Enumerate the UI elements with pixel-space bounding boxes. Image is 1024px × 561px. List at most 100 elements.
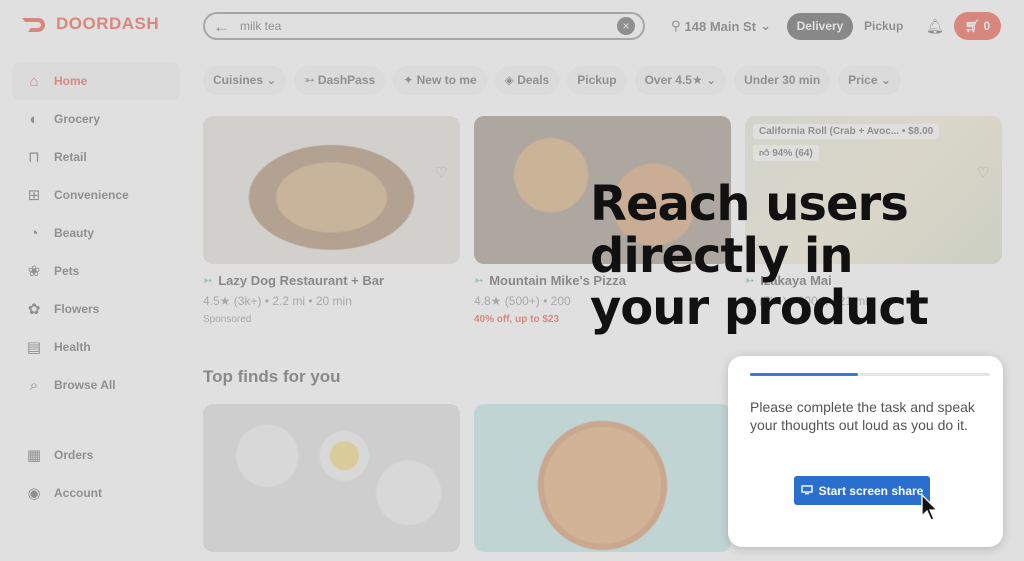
convenience-icon: ⊞ (27, 187, 41, 204)
sidebar-item-orders[interactable]: ▦ Orders (12, 436, 180, 474)
start-screen-share-button[interactable]: Start screen share (794, 476, 930, 505)
doordash-logo-icon (22, 18, 45, 32)
sidebar-item-grocery[interactable]: ◐ Grocery (12, 100, 180, 138)
sidebar-divider (12, 404, 180, 436)
favorite-heart-icon[interactable]: ♡ (435, 164, 448, 181)
delivery-toggle[interactable]: Delivery (787, 13, 853, 40)
filter-under-30[interactable]: Under 30 min (734, 66, 831, 95)
sidebar-item-label: Account (54, 486, 102, 500)
sidebar-item-label: Health (54, 340, 91, 354)
sidebar-item-home[interactable]: ⌂ Home (12, 62, 180, 100)
sidebar-item-label: Grocery (54, 112, 101, 126)
store-image (203, 404, 460, 552)
doordash-logo[interactable]: DOORDASH (20, 14, 159, 34)
account-icon: ◉ (27, 485, 41, 502)
address-label: 148 Main St (684, 18, 757, 34)
health-icon: ▤ (26, 339, 42, 356)
chevron-down-icon: ⌄ (880, 73, 891, 87)
store-card[interactable] (203, 404, 460, 552)
store-image (203, 116, 460, 264)
sidebar-item-account[interactable]: ◉ Account (12, 474, 180, 512)
sidebar-item-label: Beauty (54, 226, 95, 240)
chip-label: Over 4.5★ (644, 73, 703, 87)
sidebar-item-label: Flowers (54, 302, 100, 316)
tag-icon: ◈ (504, 73, 514, 87)
sidebar-item-browse-all[interactable]: ⌕ Browse All (12, 366, 180, 404)
favorite-heart-icon[interactable]: ♡ (977, 164, 990, 181)
monitor-icon (800, 484, 813, 498)
sidebar-item-label: Convenience (54, 188, 129, 202)
location-pin-icon: ⚲ (671, 18, 681, 33)
store-sponsored-label: Sponsored (203, 314, 252, 325)
paw-icon: ❀ (27, 263, 41, 280)
sidebar-item-flowers[interactable]: ✿ Flowers (12, 290, 180, 328)
filter-pickup[interactable]: Pickup (567, 66, 627, 95)
chip-label: Price (848, 73, 878, 87)
chevron-down-icon: ⌄ (706, 73, 717, 87)
notification-bell-icon[interactable]: 🔔︎ (926, 18, 944, 35)
top-header: DOORDASH ← milk tea × ⚲ 148 Main St ⌄ De… (0, 0, 1024, 54)
search-input[interactable]: milk tea (240, 19, 617, 33)
logo-text: DOORDASH (56, 14, 160, 33)
filter-price[interactable]: Price ⌄ (838, 66, 901, 95)
address-selector[interactable]: ⚲ 148 Main St ⌄ (671, 18, 771, 34)
sidebar-item-beauty[interactable]: ◔ Beauty (12, 214, 180, 252)
promo-rating-tag: 👍︎ 94% (64) (753, 145, 819, 161)
sparkle-icon: ✦ (403, 73, 414, 87)
chip-label: Cuisines (213, 73, 264, 87)
button-label: Start screen share (818, 483, 924, 498)
dashpass-icon: ➳ (304, 73, 315, 87)
cart-button[interactable]: 🛒︎ 0 (954, 12, 1001, 40)
chip-label: Pickup (577, 73, 617, 87)
chip-label: New to me (416, 73, 477, 87)
filter-dashpass[interactable]: ➳ DashPass (294, 66, 386, 95)
browse-search-icon: ⌕ (29, 376, 39, 394)
cart-icon: 🛒︎ (964, 19, 981, 33)
store-image (474, 404, 731, 552)
filter-new-to-me[interactable]: ✦ New to me (393, 66, 487, 95)
retail-bag-icon: ⊓ (28, 149, 40, 166)
chip-label: Deals (517, 73, 550, 87)
flower-icon: ✿ (27, 301, 41, 318)
task-progress-fill (750, 373, 858, 376)
pickup-toggle[interactable]: Pickup (864, 19, 903, 33)
sidebar-item-pets[interactable]: ❀ Pets (12, 252, 180, 290)
sidebar-item-label: Browse All (54, 378, 116, 392)
sidebar-item-retail[interactable]: ⊓ Retail (12, 138, 180, 176)
chevron-down-icon: ⌄ (760, 18, 771, 33)
store-meta: 4.5★ (3k+) • 2.2 mi • 20 min (203, 294, 352, 308)
chip-label: Under 30 min (744, 73, 821, 87)
sidebar-item-convenience[interactable]: ⊞ Convenience (12, 176, 180, 214)
filter-deals[interactable]: ◈ Deals (494, 66, 560, 95)
filter-cuisines[interactable]: Cuisines ⌄ (203, 66, 287, 95)
receipt-icon: ▦ (26, 447, 42, 464)
section-title: Top finds for you (203, 367, 341, 386)
beauty-icon: ◔ (29, 224, 39, 242)
sidebar-item-label: Orders (54, 448, 94, 462)
promo-item-tag: California Roll (Crab + Avoc... • $8.00 (753, 124, 940, 139)
grocery-icon: ◐ (29, 110, 39, 128)
sidebar-item-health[interactable]: ▤ Health (12, 328, 180, 366)
cart-count: 0 (983, 19, 991, 33)
chip-label: DashPass (317, 73, 376, 87)
filter-chip-row: Cuisines ⌄ ➳ DashPass ✦ New to me ◈ Deal… (203, 66, 901, 95)
store-card[interactable]: ➳ Lazy Dog Restaurant + Bar 4.5★ (3k+) •… (203, 116, 460, 325)
dashpass-icon: ➳ (203, 275, 213, 287)
back-arrow-icon[interactable]: ← (213, 18, 230, 35)
dashpass-icon: ➳ (474, 275, 484, 287)
filter-rating[interactable]: Over 4.5★ ⌄ (634, 66, 727, 95)
store-name-text: Lazy Dog Restaurant + Bar (218, 273, 385, 288)
sidebar-nav: ⌂ Home ◐ Grocery ⊓ Retail ⊞ Convenience … (12, 62, 180, 512)
sidebar-item-label: Retail (54, 150, 87, 164)
task-progress-bar (750, 373, 990, 376)
task-instructions: Please complete the task and speak your … (750, 399, 975, 433)
store-card[interactable] (474, 404, 731, 552)
sidebar-item-label: Pets (54, 264, 80, 278)
sidebar-item-label: Home (54, 74, 88, 88)
clear-search-icon[interactable]: × (617, 17, 635, 35)
promo-rating-text: 94% (64) (772, 148, 813, 159)
search-bar[interactable]: ← milk tea × (203, 12, 645, 40)
chevron-down-icon: ⌄ (266, 73, 277, 87)
thumbs-up-icon: 👍︎ (759, 148, 770, 159)
home-icon: ⌂ (29, 72, 39, 90)
